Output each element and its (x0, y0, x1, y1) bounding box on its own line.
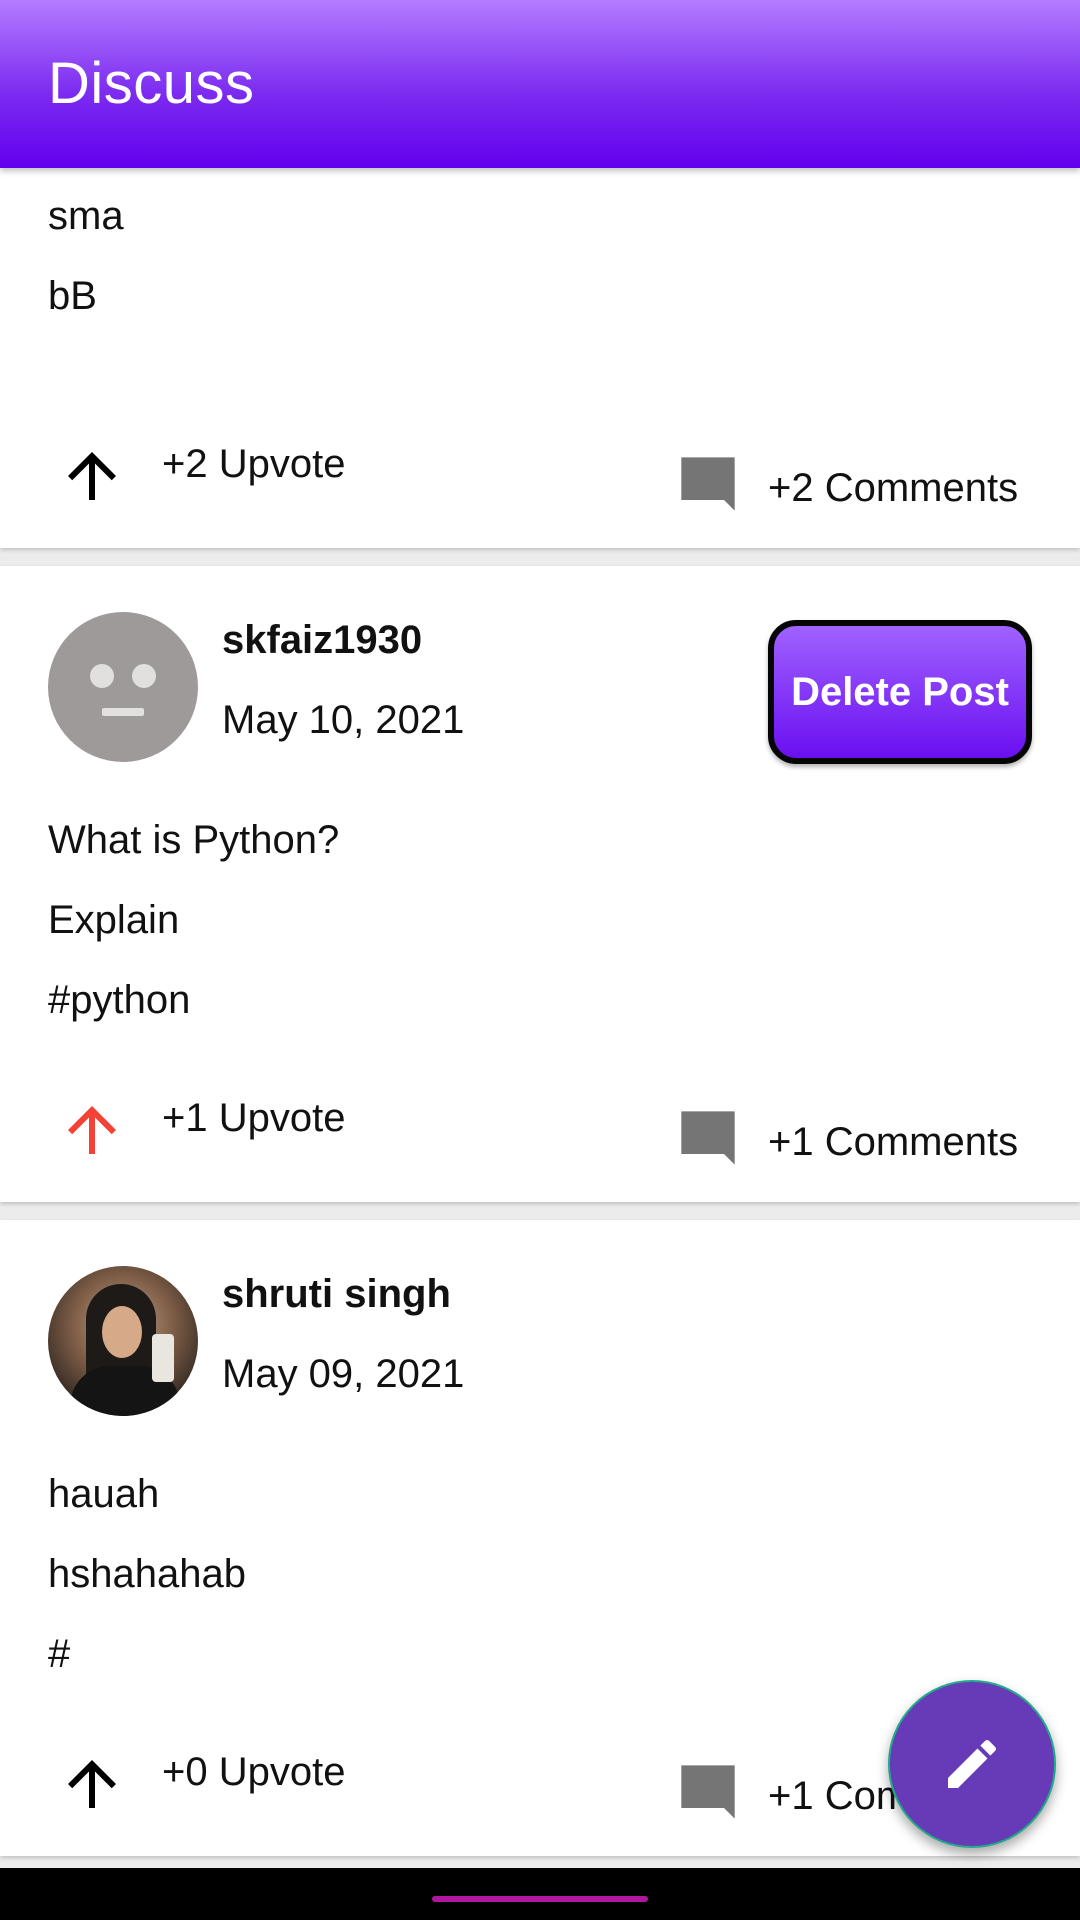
post-text-line: What is Python? (48, 818, 340, 862)
comment-icon[interactable] (676, 1106, 740, 1170)
pencil-icon (948, 1739, 997, 1788)
discuss-screen: Discuss sma bB +2 Upvote +2 Comments skf… (0, 0, 1080, 1920)
system-navigation-bar (0, 1868, 1080, 1920)
post-author: skfaiz1930 (222, 618, 423, 662)
comments-label[interactable]: +2 Comments (768, 466, 1018, 511)
post-card[interactable]: sma bB +2 Upvote +2 Comments (0, 168, 1080, 548)
upvote-arrow-icon[interactable] (56, 440, 128, 512)
comment-icon[interactable] (676, 452, 740, 516)
post-date: May 09, 2021 (222, 1352, 465, 1396)
upvote-label[interactable]: +0 Upvote (162, 1750, 345, 1795)
upvote-label[interactable]: +1 Upvote (162, 1096, 345, 1141)
post-date: May 10, 2021 (222, 698, 465, 742)
default-avatar-icon (48, 612, 198, 762)
post-author: shruti singh (222, 1272, 451, 1316)
post-text-line: # (48, 1632, 71, 1676)
post-text-line: Explain (48, 898, 180, 942)
app-bar: Discuss (0, 0, 1080, 168)
comment-icon[interactable] (676, 1760, 740, 1824)
post-text-line: bB (48, 274, 97, 318)
delete-post-button[interactable]: Delete Post (768, 620, 1032, 764)
post-text-line: hauah (48, 1472, 160, 1516)
upvote-arrow-icon[interactable] (56, 1094, 128, 1166)
comments-label[interactable]: +1 Comments (768, 1120, 1018, 1165)
post-text-line: hshahahab (48, 1552, 246, 1596)
app-title: Discuss (48, 51, 255, 116)
home-gesture-handle[interactable] (432, 1896, 648, 1902)
upvote-arrow-icon[interactable] (56, 1748, 128, 1820)
post-text-line: #python (48, 978, 191, 1022)
post-card[interactable]: skfaiz1930 May 10, 2021 Delete Post What… (0, 566, 1080, 1202)
user-avatar-photo (48, 1266, 198, 1416)
upvote-label[interactable]: +2 Upvote (162, 442, 345, 487)
post-text-line: sma (48, 194, 124, 238)
new-post-fab[interactable] (888, 1680, 1056, 1848)
